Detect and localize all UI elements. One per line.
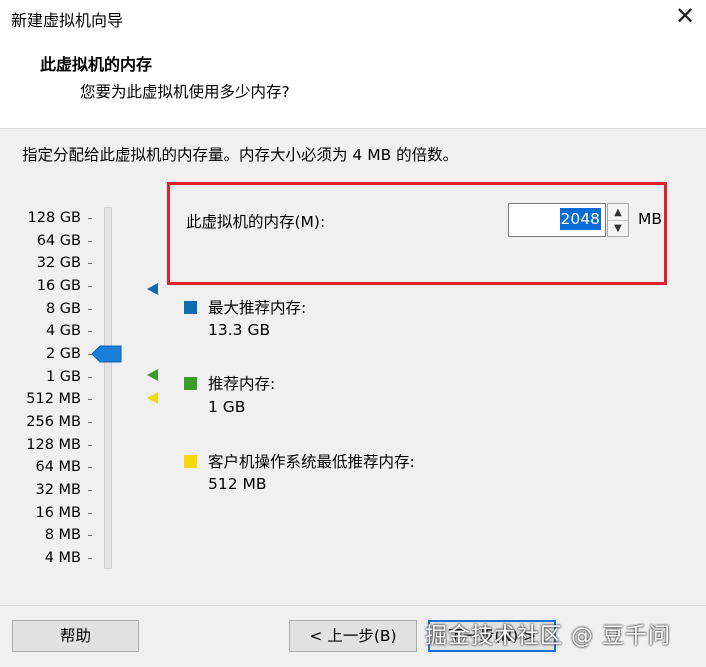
scale-tick	[88, 422, 92, 424]
scale-label: 16 GB	[36, 278, 81, 294]
scale-tick	[88, 490, 92, 492]
max-recommended-square-icon	[184, 301, 197, 314]
guest-min-marker-icon	[147, 392, 158, 404]
guest-min-square-icon	[184, 455, 197, 468]
scale-tick	[88, 444, 92, 446]
memory-slider-track[interactable]	[104, 207, 112, 569]
memory-input[interactable]: 2048	[508, 203, 606, 237]
scale-label: 8 GB	[45, 300, 81, 317]
recommended-value: 1 GB	[208, 398, 246, 416]
spin-up-icon[interactable]: ▲	[608, 204, 628, 221]
scale-tick	[88, 399, 92, 401]
memory-input-value: 2048	[559, 208, 601, 230]
footer-divider	[0, 605, 706, 606]
scale-label: 128 MB	[26, 436, 81, 453]
scale-tick	[88, 467, 92, 469]
memory-slider-thumb[interactable]	[92, 345, 122, 363]
memory-unit: MB	[638, 210, 663, 228]
scale-label: 64 GB	[36, 232, 81, 249]
recommended-marker-icon	[147, 369, 158, 381]
wizard-header: 新建虚拟机向导 ✕ 此虚拟机的内存 您要为此虚拟机使用多少内存?	[0, 0, 706, 129]
scale-label: 64 MB	[35, 459, 81, 476]
scale-label: 4 GB	[45, 323, 81, 340]
watermark: 掘金技术社区 @ 豆千问	[425, 624, 671, 649]
scale-tick	[88, 218, 92, 219]
max-recommended-marker-icon	[147, 283, 158, 295]
scale-tick	[88, 558, 92, 560]
scale-tick	[88, 263, 92, 265]
scale-label: 128 GB	[27, 210, 81, 226]
spin-down-icon[interactable]: ▼	[608, 220, 628, 236]
scale-label: 16 MB	[35, 504, 81, 521]
page-subtitle: 您要为此虚拟机使用多少内存?	[80, 83, 290, 101]
guest-min-value: 512 MB	[208, 475, 267, 493]
memory-label: 此虚拟机的内存(M):	[186, 213, 326, 231]
memory-spinner[interactable]: ▲ ▼	[607, 203, 629, 237]
scale-label: 4 MB	[44, 550, 81, 567]
scale-tick	[88, 376, 92, 378]
page-title: 此虚拟机的内存	[40, 55, 153, 74]
scale-tick	[88, 240, 92, 242]
scale-label: 512 MB	[26, 391, 81, 408]
scale-label: 32 MB	[35, 482, 81, 499]
scale-label: 1 GB	[45, 368, 81, 385]
scale-tick	[88, 331, 92, 333]
scale-tick	[88, 512, 92, 514]
scale-label: 256 MB	[26, 414, 81, 431]
scale-label: 8 MB	[44, 527, 81, 544]
instructions-text: 指定分配给此虚拟机的内存量。内存大小必须为 4 MB 的倍数。	[22, 146, 459, 164]
window-title: 新建虚拟机向导	[11, 11, 124, 30]
back-button[interactable]: < 上一步(B)	[289, 620, 417, 652]
guest-min-label: 客户机操作系统最低推荐内存:	[208, 453, 415, 471]
scale-tick	[88, 286, 92, 287]
help-button[interactable]: 帮助	[12, 620, 139, 652]
scale-tick	[88, 308, 92, 310]
scale-label: 32 GB	[36, 255, 81, 272]
max-recommended-value: 13.3 GB	[208, 321, 271, 339]
recommended-label: 推荐内存:	[208, 375, 276, 393]
scale-tick	[88, 535, 92, 537]
close-icon[interactable]: ✕	[670, 2, 700, 30]
scale-label: 2 GB	[45, 346, 81, 363]
recommended-square-icon	[184, 377, 197, 390]
max-recommended-label: 最大推荐内存:	[208, 299, 307, 317]
